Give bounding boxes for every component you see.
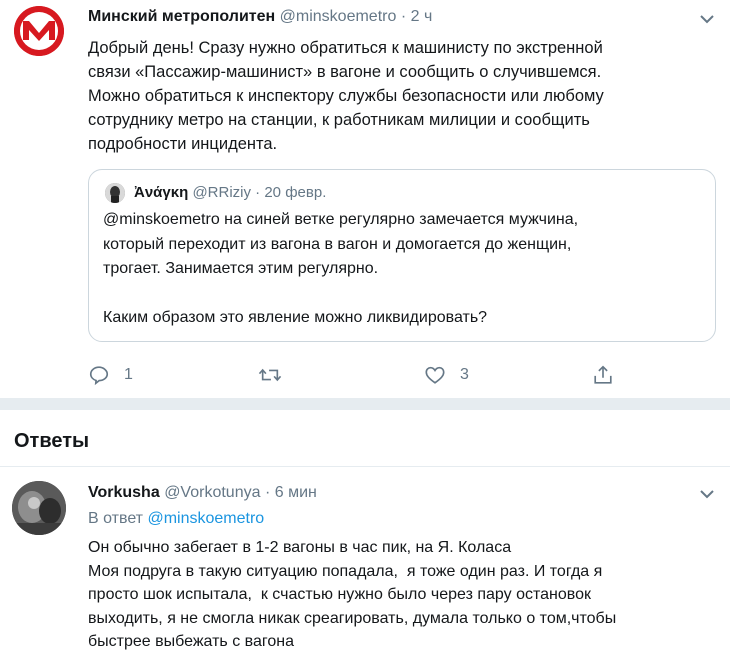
quoted-avatar (105, 183, 125, 203)
tweet-actions: 1 3 (88, 362, 628, 388)
reply-author-handle[interactable]: @Vorkotunya (164, 484, 260, 501)
retweet-icon (258, 368, 282, 382)
main-tweet[interactable]: Минский метрополитен @minskoemetro · 2 ч… (0, 0, 730, 398)
share-button[interactable] (592, 362, 614, 388)
metro-m-logo-icon (14, 6, 64, 56)
separator-dot: · (264, 484, 271, 501)
like-count: 3 (460, 366, 469, 383)
replies-heading: Ответы (14, 430, 90, 452)
reply-time[interactable]: 6 мин (275, 484, 317, 501)
reply-count: 1 (124, 366, 133, 383)
quoted-header: Ἀνάγκη @RRiziy · 20 февр. (134, 184, 326, 201)
section-divider (0, 398, 730, 410)
author-handle[interactable]: @minskoemetro (280, 8, 397, 25)
reply-tweet[interactable]: Vorkusha @Vorkotunya · 6 мин В ответ @mi… (0, 467, 730, 653)
quoted-author-handle: @RRiziy (192, 184, 251, 201)
tweet-text: Добрый день! Сразу нужно обратиться к ма… (88, 39, 604, 153)
in-reply-prefix: В ответ (88, 510, 144, 527)
reply-text: Он обычно забегает в 1-2 вагоны в час пи… (88, 539, 617, 650)
quoted-author-name: Ἀνάγκη (134, 184, 189, 201)
author-name[interactable]: Минский метрополитен (88, 8, 275, 25)
quoted-tweet[interactable]: Ἀνάγκη @RRiziy · 20 февр. @minskoemetro … (88, 169, 716, 342)
reply-button[interactable]: 1 (88, 362, 133, 388)
tweet-header: Минский метрополитен @minskoemetro · 2 ч (88, 8, 432, 26)
avatar-metro-logo[interactable] (14, 6, 64, 56)
reply-icon (89, 366, 109, 386)
separator-dot: · (400, 8, 407, 25)
reply-header: Vorkusha @Vorkotunya · 6 мин (88, 484, 317, 502)
quoted-text: @minskoemetro на синей ветке регулярно з… (103, 211, 579, 326)
in-reply-to: В ответ @minskoemetro (88, 510, 264, 528)
separator-dot: · (255, 184, 261, 201)
tweet-time[interactable]: 2 ч (411, 8, 433, 25)
reply-author-name[interactable]: Vorkusha (88, 484, 160, 501)
retweet-button[interactable] (258, 362, 296, 388)
chevron-down-icon[interactable] (698, 485, 716, 503)
in-reply-handle-link[interactable]: @minskoemetro (147, 510, 264, 527)
heart-icon (425, 366, 445, 384)
like-button[interactable]: 3 (424, 362, 469, 388)
share-icon (594, 365, 612, 384)
avatar[interactable] (12, 481, 66, 535)
chevron-down-icon[interactable] (698, 10, 716, 28)
quoted-date: 20 февр. (264, 184, 327, 201)
